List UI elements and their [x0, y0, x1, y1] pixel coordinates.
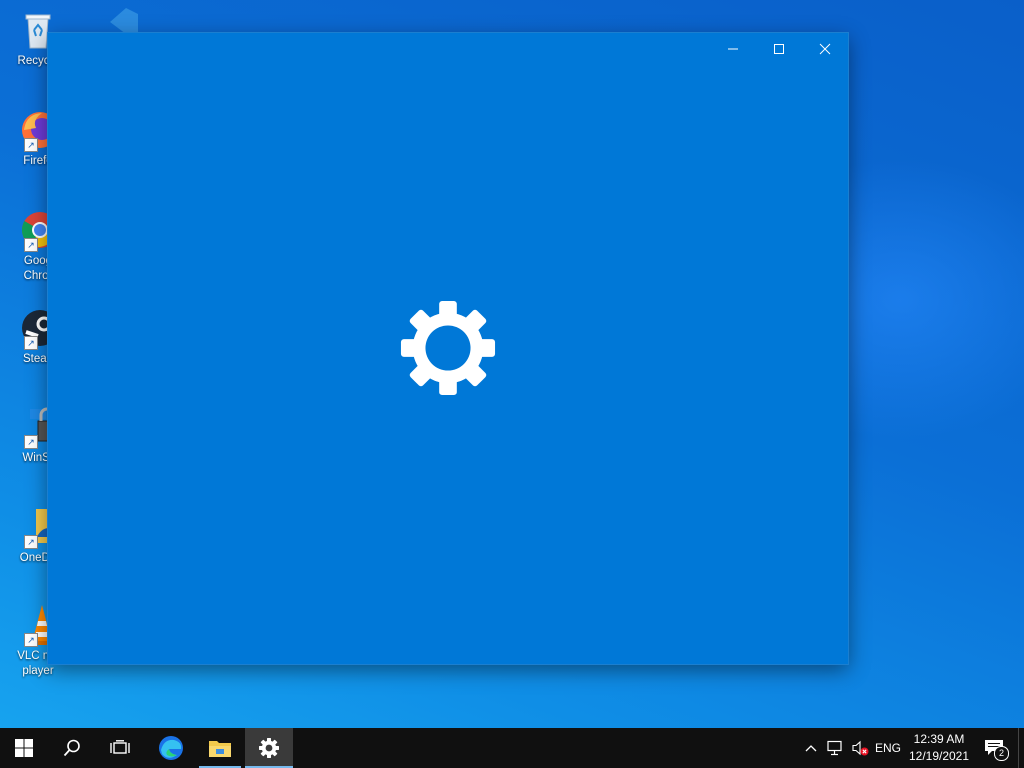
- notification-count-badge: 2: [994, 746, 1009, 761]
- task-view-icon: [110, 740, 130, 754]
- network-icon: [827, 740, 842, 756]
- action-center-button[interactable]: 2: [978, 728, 1010, 768]
- close-button[interactable]: [802, 33, 848, 65]
- search-icon: [63, 739, 80, 757]
- shortcut-arrow-icon: ↗: [24, 633, 38, 647]
- show-hidden-icons-button[interactable]: [800, 728, 822, 768]
- clock-time: 12:39 AM: [913, 732, 965, 746]
- shortcut-arrow-icon: ↗: [24, 336, 38, 350]
- file-explorer-taskbar-button[interactable]: [199, 728, 241, 768]
- minimize-icon: [728, 48, 738, 50]
- taskbar: ENG 12:39 AM 12/19/2021 2: [0, 728, 1024, 768]
- chevron-up-icon: [805, 745, 817, 752]
- maximize-icon: [774, 44, 784, 54]
- shortcut-arrow-icon: ↗: [24, 435, 38, 449]
- edge-icon: [159, 736, 183, 760]
- shortcut-arrow-icon: ↗: [24, 238, 38, 252]
- volume-muted-icon: [852, 740, 869, 756]
- edge-taskbar-button[interactable]: [148, 728, 194, 768]
- network-tray-button[interactable]: [823, 728, 847, 768]
- show-desktop-button[interactable]: [1018, 728, 1024, 768]
- settings-window[interactable]: [48, 33, 848, 664]
- clock[interactable]: 12:39 AM 12/19/2021: [904, 731, 974, 765]
- volume-tray-button[interactable]: [848, 728, 872, 768]
- settings-taskbar-button[interactable]: [245, 728, 293, 768]
- task-view-button[interactable]: [96, 728, 144, 768]
- shortcut-arrow-icon: ↗: [24, 138, 38, 152]
- start-button[interactable]: [0, 728, 48, 768]
- minimize-button[interactable]: [710, 33, 756, 65]
- windows-logo-icon: [15, 739, 33, 757]
- gear-icon: [400, 300, 496, 396]
- close-icon: [819, 43, 831, 55]
- clock-date: 12/19/2021: [908, 749, 970, 763]
- shortcut-arrow-icon: ↗: [24, 535, 38, 549]
- maximize-button[interactable]: [756, 33, 802, 65]
- search-button[interactable]: [48, 728, 96, 768]
- file-explorer-icon: [209, 741, 231, 757]
- settings-gear-icon: [259, 738, 279, 758]
- vscode-icon[interactable]: [96, 6, 140, 34]
- language-indicator[interactable]: ENG: [872, 728, 904, 768]
